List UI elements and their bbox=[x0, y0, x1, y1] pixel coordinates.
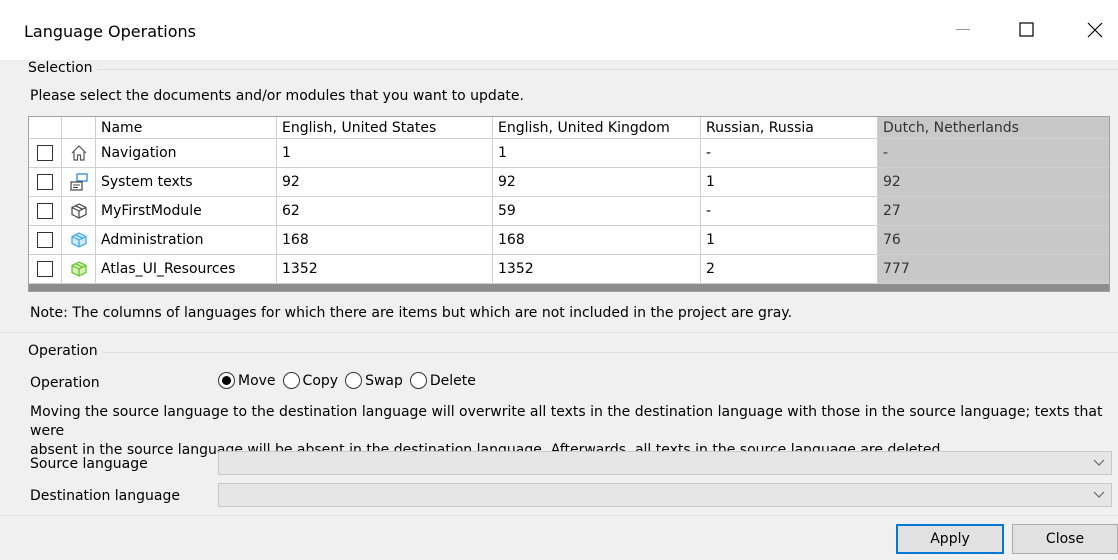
row-value: 76 bbox=[878, 226, 1109, 255]
column-header: Name bbox=[96, 117, 277, 139]
row-value: 2 bbox=[701, 255, 878, 284]
checkbox-cell bbox=[29, 168, 62, 197]
system-texts-icon bbox=[62, 168, 96, 197]
row-checkbox[interactable] bbox=[37, 145, 53, 161]
close-window-button[interactable] bbox=[1072, 14, 1118, 46]
operation-group-line bbox=[100, 352, 1118, 353]
chevron-down-icon bbox=[1093, 491, 1105, 498]
radio-selected-dot bbox=[222, 376, 231, 385]
checkbox-cell bbox=[29, 139, 62, 168]
minimize-icon bbox=[956, 29, 970, 30]
checkbox-cell bbox=[29, 226, 62, 255]
radio-delete[interactable]: Delete bbox=[409, 372, 476, 389]
window-title: Language Operations bbox=[24, 22, 197, 41]
row-value: 27 bbox=[878, 197, 1109, 226]
column-header: Dutch, Netherlands bbox=[878, 117, 1109, 139]
radio-move[interactable]: Move bbox=[218, 372, 276, 389]
close-button[interactable]: Close bbox=[1012, 524, 1118, 554]
checkbox-cell bbox=[29, 255, 62, 284]
radio-circle-icon bbox=[218, 372, 235, 389]
module-icon bbox=[62, 197, 96, 226]
operation-radio-group: Move Copy Swap Delete bbox=[218, 372, 483, 389]
destination-language-label: Destination language bbox=[30, 488, 180, 504]
grid-bottom-bar bbox=[29, 284, 1109, 291]
row-value: 168 bbox=[277, 226, 493, 255]
table-row[interactable]: Navigation 1 1- - bbox=[29, 139, 1109, 168]
row-name: Administration bbox=[96, 226, 277, 255]
selection-legend: Selection bbox=[28, 60, 97, 76]
chevron-down-icon bbox=[1093, 459, 1105, 466]
row-name: Navigation bbox=[96, 139, 277, 168]
table-row[interactable]: System texts 92 92 1 92 bbox=[29, 168, 1109, 197]
source-language-select[interactable] bbox=[218, 451, 1112, 475]
maximize-icon bbox=[1019, 22, 1034, 37]
row-value: 1 bbox=[701, 226, 878, 255]
radio-swap[interactable]: Swap bbox=[345, 372, 403, 389]
row-checkbox[interactable] bbox=[37, 203, 53, 219]
bottom-divider bbox=[0, 515, 1118, 516]
selection-instruction: Please select the documents and/or modul… bbox=[30, 88, 524, 104]
row-value: 1 bbox=[277, 139, 493, 168]
row-value: 1352 bbox=[277, 255, 493, 284]
destination-language-select[interactable] bbox=[218, 483, 1112, 507]
table-row[interactable]: Atlas_UI_Resources 1352 1352 2 777 bbox=[29, 255, 1109, 284]
column-header: English, United Kingdom bbox=[493, 117, 701, 139]
row-value: 1 bbox=[493, 139, 701, 168]
column-header: Russian, Russia bbox=[701, 117, 878, 139]
radio-circle-icon bbox=[409, 372, 427, 389]
home-icon bbox=[62, 139, 96, 168]
checkbox-cell bbox=[29, 197, 62, 226]
apply-button[interactable]: Apply bbox=[896, 524, 1004, 554]
operation-legend: Operation bbox=[28, 343, 102, 359]
maximize-button[interactable] bbox=[1004, 14, 1050, 46]
row-checkbox[interactable] bbox=[37, 232, 53, 248]
row-value: - bbox=[701, 197, 878, 226]
radio-label: Move bbox=[238, 372, 276, 389]
operation-label: Operation bbox=[30, 375, 100, 391]
column-header-empty bbox=[62, 117, 96, 139]
row-value: 62 bbox=[277, 197, 493, 226]
radio-copy[interactable]: Copy bbox=[282, 372, 339, 389]
radio-circle-icon bbox=[282, 372, 300, 389]
row-name: System texts bbox=[96, 168, 277, 197]
module-green-icon bbox=[62, 255, 96, 284]
radio-label: Swap bbox=[365, 372, 403, 389]
source-language-label: Source language bbox=[30, 456, 148, 472]
close-icon bbox=[1087, 22, 1103, 38]
row-checkbox[interactable] bbox=[37, 261, 53, 277]
documents-grid[interactable]: Name English, United States English, Unite… bbox=[28, 116, 1110, 292]
row-value: - bbox=[701, 139, 878, 168]
row-value: 168 bbox=[493, 226, 701, 255]
divider bbox=[0, 332, 1118, 333]
radio-label: Copy bbox=[302, 372, 339, 389]
row-checkbox[interactable] bbox=[37, 174, 53, 190]
column-header: English, United States bbox=[277, 117, 493, 139]
row-value: 92 bbox=[493, 168, 701, 197]
row-name: Atlas_UI_Resources bbox=[96, 255, 277, 284]
row-value: 1352 bbox=[493, 255, 701, 284]
selection-group-line bbox=[92, 69, 1118, 70]
description-line-1: Moving the source language to the destin… bbox=[30, 404, 1103, 439]
column-header-empty bbox=[29, 117, 62, 139]
row-value: 777 bbox=[878, 255, 1109, 284]
gray-columns-note: Note: The columns of languages for which… bbox=[30, 305, 793, 321]
radio-label: Delete bbox=[429, 372, 476, 389]
row-value: 1 bbox=[701, 168, 878, 197]
row-value: 92 bbox=[878, 168, 1109, 197]
title-bar: Language Operations bbox=[0, 0, 1118, 60]
module-blue-icon bbox=[62, 226, 96, 255]
table-row[interactable]: Administration 168 168 1 76 bbox=[29, 226, 1109, 255]
row-value: 59 bbox=[493, 197, 701, 226]
row-value: - bbox=[878, 139, 1109, 168]
row-name: MyFirstModule bbox=[96, 197, 277, 226]
row-value: 92 bbox=[277, 168, 493, 197]
table-row[interactable]: MyFirstModule 62 59-27 bbox=[29, 197, 1109, 226]
minimize-button[interactable] bbox=[940, 14, 986, 46]
radio-circle-icon bbox=[345, 372, 363, 389]
